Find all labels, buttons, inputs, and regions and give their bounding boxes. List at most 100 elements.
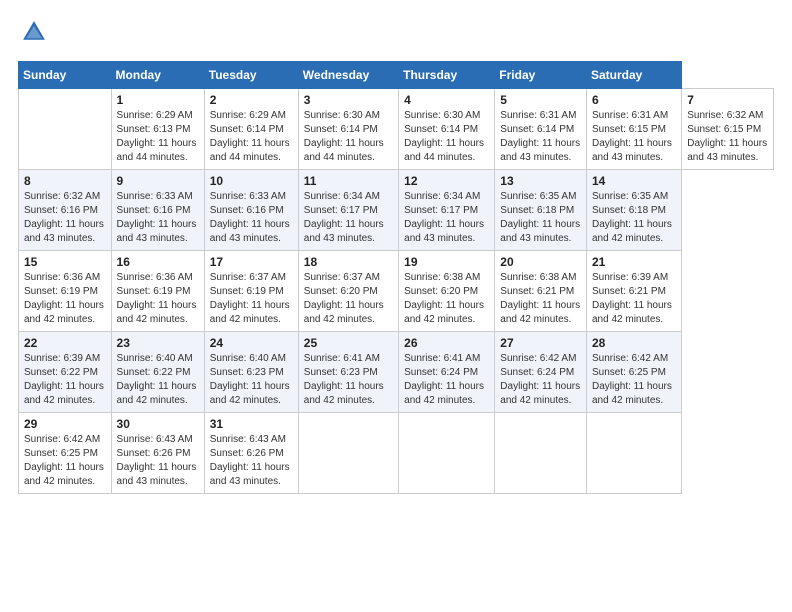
calendar-cell: 31 Sunrise: 6:43 AM Sunset: 6:26 PM Dayl… — [204, 413, 298, 494]
calendar-header-row: SundayMondayTuesdayWednesdayThursdayFrid… — [19, 62, 774, 89]
day-info: Sunrise: 6:32 AM Sunset: 6:15 PM Dayligh… — [687, 109, 768, 165]
day-info: Sunrise: 6:36 AM Sunset: 6:19 PM Dayligh… — [24, 271, 106, 327]
page-container: SundayMondayTuesdayWednesdayThursdayFrid… — [0, 0, 792, 504]
calendar-cell: 4 Sunrise: 6:30 AM Sunset: 6:14 PM Dayli… — [399, 89, 495, 170]
day-number: 15 — [24, 255, 106, 269]
calendar-week-row: 1 Sunrise: 6:29 AM Sunset: 6:13 PM Dayli… — [19, 89, 774, 170]
day-number: 2 — [210, 93, 293, 107]
day-number: 29 — [24, 417, 106, 431]
day-info: Sunrise: 6:37 AM Sunset: 6:19 PM Dayligh… — [210, 271, 293, 327]
day-info: Sunrise: 6:39 AM Sunset: 6:22 PM Dayligh… — [24, 352, 106, 408]
day-info: Sunrise: 6:38 AM Sunset: 6:21 PM Dayligh… — [500, 271, 581, 327]
calendar-cell: 19 Sunrise: 6:38 AM Sunset: 6:20 PM Dayl… — [399, 251, 495, 332]
day-number: 31 — [210, 417, 293, 431]
day-info: Sunrise: 6:42 AM Sunset: 6:25 PM Dayligh… — [24, 433, 106, 489]
day-header-sunday: Sunday — [19, 62, 112, 89]
calendar-week-row: 8 Sunrise: 6:32 AM Sunset: 6:16 PM Dayli… — [19, 170, 774, 251]
day-info: Sunrise: 6:34 AM Sunset: 6:17 PM Dayligh… — [404, 190, 489, 246]
day-number: 28 — [592, 336, 676, 350]
calendar-cell — [495, 413, 587, 494]
calendar-cell — [587, 413, 682, 494]
calendar-cell: 13 Sunrise: 6:35 AM Sunset: 6:18 PM Dayl… — [495, 170, 587, 251]
day-info: Sunrise: 6:41 AM Sunset: 6:23 PM Dayligh… — [304, 352, 393, 408]
day-number: 7 — [687, 93, 768, 107]
calendar-cell: 11 Sunrise: 6:34 AM Sunset: 6:17 PM Dayl… — [298, 170, 398, 251]
calendar-cell: 8 Sunrise: 6:32 AM Sunset: 6:16 PM Dayli… — [19, 170, 112, 251]
day-number: 14 — [592, 174, 676, 188]
calendar-cell: 26 Sunrise: 6:41 AM Sunset: 6:24 PM Dayl… — [399, 332, 495, 413]
day-number: 3 — [304, 93, 393, 107]
calendar-cell: 20 Sunrise: 6:38 AM Sunset: 6:21 PM Dayl… — [495, 251, 587, 332]
day-number: 12 — [404, 174, 489, 188]
day-info: Sunrise: 6:33 AM Sunset: 6:16 PM Dayligh… — [210, 190, 293, 246]
calendar-cell: 21 Sunrise: 6:39 AM Sunset: 6:21 PM Dayl… — [587, 251, 682, 332]
calendar-cell: 18 Sunrise: 6:37 AM Sunset: 6:20 PM Dayl… — [298, 251, 398, 332]
day-info: Sunrise: 6:38 AM Sunset: 6:20 PM Dayligh… — [404, 271, 489, 327]
calendar-week-row: 22 Sunrise: 6:39 AM Sunset: 6:22 PM Dayl… — [19, 332, 774, 413]
day-number: 25 — [304, 336, 393, 350]
calendar-cell: 25 Sunrise: 6:41 AM Sunset: 6:23 PM Dayl… — [298, 332, 398, 413]
day-header-tuesday: Tuesday — [204, 62, 298, 89]
day-number: 5 — [500, 93, 581, 107]
day-info: Sunrise: 6:43 AM Sunset: 6:26 PM Dayligh… — [210, 433, 293, 489]
calendar-cell: 5 Sunrise: 6:31 AM Sunset: 6:14 PM Dayli… — [495, 89, 587, 170]
calendar-cell: 27 Sunrise: 6:42 AM Sunset: 6:24 PM Dayl… — [495, 332, 587, 413]
calendar-cell — [399, 413, 495, 494]
day-info: Sunrise: 6:30 AM Sunset: 6:14 PM Dayligh… — [404, 109, 489, 165]
calendar-cell: 10 Sunrise: 6:33 AM Sunset: 6:16 PM Dayl… — [204, 170, 298, 251]
day-number: 20 — [500, 255, 581, 269]
calendar-cell: 7 Sunrise: 6:32 AM Sunset: 6:15 PM Dayli… — [682, 89, 774, 170]
calendar-cell: 2 Sunrise: 6:29 AM Sunset: 6:14 PM Dayli… — [204, 89, 298, 170]
day-info: Sunrise: 6:42 AM Sunset: 6:24 PM Dayligh… — [500, 352, 581, 408]
day-info: Sunrise: 6:41 AM Sunset: 6:24 PM Dayligh… — [404, 352, 489, 408]
day-info: Sunrise: 6:40 AM Sunset: 6:23 PM Dayligh… — [210, 352, 293, 408]
day-number: 9 — [117, 174, 199, 188]
day-number: 8 — [24, 174, 106, 188]
calendar-cell: 30 Sunrise: 6:43 AM Sunset: 6:26 PM Dayl… — [111, 413, 204, 494]
calendar-cell: 22 Sunrise: 6:39 AM Sunset: 6:22 PM Dayl… — [19, 332, 112, 413]
empty-cell — [19, 89, 112, 170]
day-header-friday: Friday — [495, 62, 587, 89]
day-info: Sunrise: 6:37 AM Sunset: 6:20 PM Dayligh… — [304, 271, 393, 327]
calendar-cell: 6 Sunrise: 6:31 AM Sunset: 6:15 PM Dayli… — [587, 89, 682, 170]
day-info: Sunrise: 6:35 AM Sunset: 6:18 PM Dayligh… — [592, 190, 676, 246]
day-number: 18 — [304, 255, 393, 269]
logo-icon — [20, 18, 48, 46]
calendar-table: SundayMondayTuesdayWednesdayThursdayFrid… — [18, 61, 774, 494]
day-header-saturday: Saturday — [587, 62, 682, 89]
calendar-cell: 17 Sunrise: 6:37 AM Sunset: 6:19 PM Dayl… — [204, 251, 298, 332]
calendar-cell: 15 Sunrise: 6:36 AM Sunset: 6:19 PM Dayl… — [19, 251, 112, 332]
day-info: Sunrise: 6:39 AM Sunset: 6:21 PM Dayligh… — [592, 271, 676, 327]
header — [18, 18, 774, 51]
day-number: 24 — [210, 336, 293, 350]
calendar-cell: 9 Sunrise: 6:33 AM Sunset: 6:16 PM Dayli… — [111, 170, 204, 251]
day-header-monday: Monday — [111, 62, 204, 89]
day-number: 30 — [117, 417, 199, 431]
day-info: Sunrise: 6:29 AM Sunset: 6:14 PM Dayligh… — [210, 109, 293, 165]
day-info: Sunrise: 6:31 AM Sunset: 6:14 PM Dayligh… — [500, 109, 581, 165]
calendar-cell: 28 Sunrise: 6:42 AM Sunset: 6:25 PM Dayl… — [587, 332, 682, 413]
calendar-week-row: 15 Sunrise: 6:36 AM Sunset: 6:19 PM Dayl… — [19, 251, 774, 332]
day-info: Sunrise: 6:31 AM Sunset: 6:15 PM Dayligh… — [592, 109, 676, 165]
calendar-cell: 16 Sunrise: 6:36 AM Sunset: 6:19 PM Dayl… — [111, 251, 204, 332]
day-number: 13 — [500, 174, 581, 188]
calendar-cell: 23 Sunrise: 6:40 AM Sunset: 6:22 PM Dayl… — [111, 332, 204, 413]
calendar-cell: 3 Sunrise: 6:30 AM Sunset: 6:14 PM Dayli… — [298, 89, 398, 170]
day-number: 16 — [117, 255, 199, 269]
day-info: Sunrise: 6:40 AM Sunset: 6:22 PM Dayligh… — [117, 352, 199, 408]
day-number: 19 — [404, 255, 489, 269]
day-info: Sunrise: 6:42 AM Sunset: 6:25 PM Dayligh… — [592, 352, 676, 408]
day-header-wednesday: Wednesday — [298, 62, 398, 89]
calendar-cell: 14 Sunrise: 6:35 AM Sunset: 6:18 PM Dayl… — [587, 170, 682, 251]
day-number: 6 — [592, 93, 676, 107]
day-number: 23 — [117, 336, 199, 350]
day-number: 22 — [24, 336, 106, 350]
day-info: Sunrise: 6:29 AM Sunset: 6:13 PM Dayligh… — [117, 109, 199, 165]
calendar-cell: 12 Sunrise: 6:34 AM Sunset: 6:17 PM Dayl… — [399, 170, 495, 251]
calendar-cell: 1 Sunrise: 6:29 AM Sunset: 6:13 PM Dayli… — [111, 89, 204, 170]
day-info: Sunrise: 6:33 AM Sunset: 6:16 PM Dayligh… — [117, 190, 199, 246]
day-number: 26 — [404, 336, 489, 350]
calendar-cell: 24 Sunrise: 6:40 AM Sunset: 6:23 PM Dayl… — [204, 332, 298, 413]
logo — [18, 18, 48, 51]
day-info: Sunrise: 6:36 AM Sunset: 6:19 PM Dayligh… — [117, 271, 199, 327]
